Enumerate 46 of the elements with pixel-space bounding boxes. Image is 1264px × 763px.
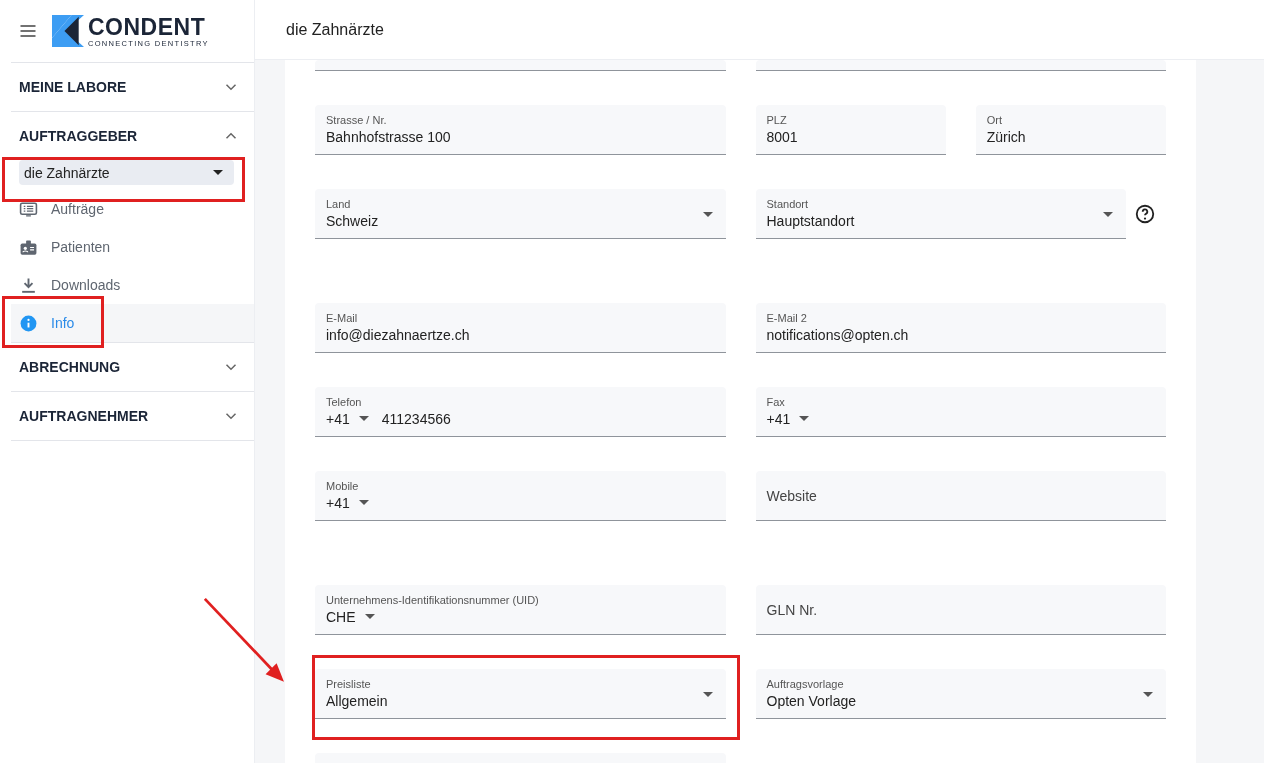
caret-icon — [213, 170, 223, 175]
input-field[interactable]: PLZ 8001 — [755, 105, 946, 155]
logo-icon — [52, 15, 84, 47]
section-header[interactable]: MEINE LABORE — [11, 63, 254, 111]
caret-icon — [1143, 692, 1153, 697]
input-field[interactable] — [315, 60, 726, 71]
dropdown-value: die Zahnärzte — [24, 164, 110, 181]
caret-icon — [1103, 212, 1113, 217]
input-field[interactable]: Preisliste Allgemein — [315, 669, 726, 719]
nav-item[interactable]: Patienten — [11, 228, 254, 266]
section-title: AUFTRAGNEHMER — [19, 408, 149, 424]
input-field[interactable]: Ort Zürich — [975, 105, 1166, 155]
input-field[interactable]: Fax +41 — [755, 387, 1166, 437]
input-field[interactable]: E-Mail 2 notifications@opten.ch — [755, 303, 1166, 353]
logo-name: CONDENT — [88, 14, 207, 39]
input-field[interactable]: Standort Hauptstandort — [755, 189, 1126, 239]
input-field[interactable]: Website — [755, 471, 1166, 521]
input-field[interactable]: Mobile +41 — [315, 471, 726, 521]
input-field[interactable]: GLN Nr. — [755, 585, 1166, 635]
page-title: die Zahnärzte — [286, 20, 384, 39]
input-field[interactable]: E-Mail info@diezahnaertze.ch — [315, 303, 726, 353]
input-field[interactable]: Telefon +41 411234566 — [315, 387, 726, 437]
caret-icon — [702, 692, 713, 697]
section-header[interactable]: AUFTRAGGEBER — [11, 112, 254, 160]
input-field[interactable]: Land Schweiz — [315, 189, 726, 239]
section-header[interactable]: AUFTRAGNEHMER — [11, 392, 254, 440]
id-badge-icon — [19, 237, 38, 257]
caret-icon — [358, 500, 369, 505]
download-icon — [19, 275, 38, 295]
monitor-list-icon — [19, 199, 38, 219]
section-header[interactable]: ABRECHNUNG — [11, 343, 254, 391]
input-field[interactable]: Auftragsvorlage Opten Vorlage — [755, 669, 1166, 719]
section-title: MEINE LABORE — [19, 79, 127, 95]
info-icon — [19, 313, 38, 333]
caret-icon — [799, 416, 810, 421]
client-dropdown[interactable]: die Zahnärzte — [19, 160, 234, 185]
section-title: AUFTRAGGEBER — [19, 128, 138, 144]
input-field[interactable]: Unternehmens-Identifikationsnummer (UID) CHE — [315, 585, 726, 635]
input-field[interactable] — [755, 60, 1166, 71]
input-field[interactable]: Strasse / Nr. Bahnhofstrasse 100 — [315, 105, 726, 155]
caret-icon — [702, 212, 713, 217]
nav-item[interactable]: Aufträge — [11, 190, 254, 228]
caret-icon — [358, 416, 369, 421]
section-title: ABRECHNUNG — [19, 359, 121, 375]
caret-icon — [364, 614, 375, 619]
nav-item[interactable]: Downloads — [11, 266, 254, 304]
